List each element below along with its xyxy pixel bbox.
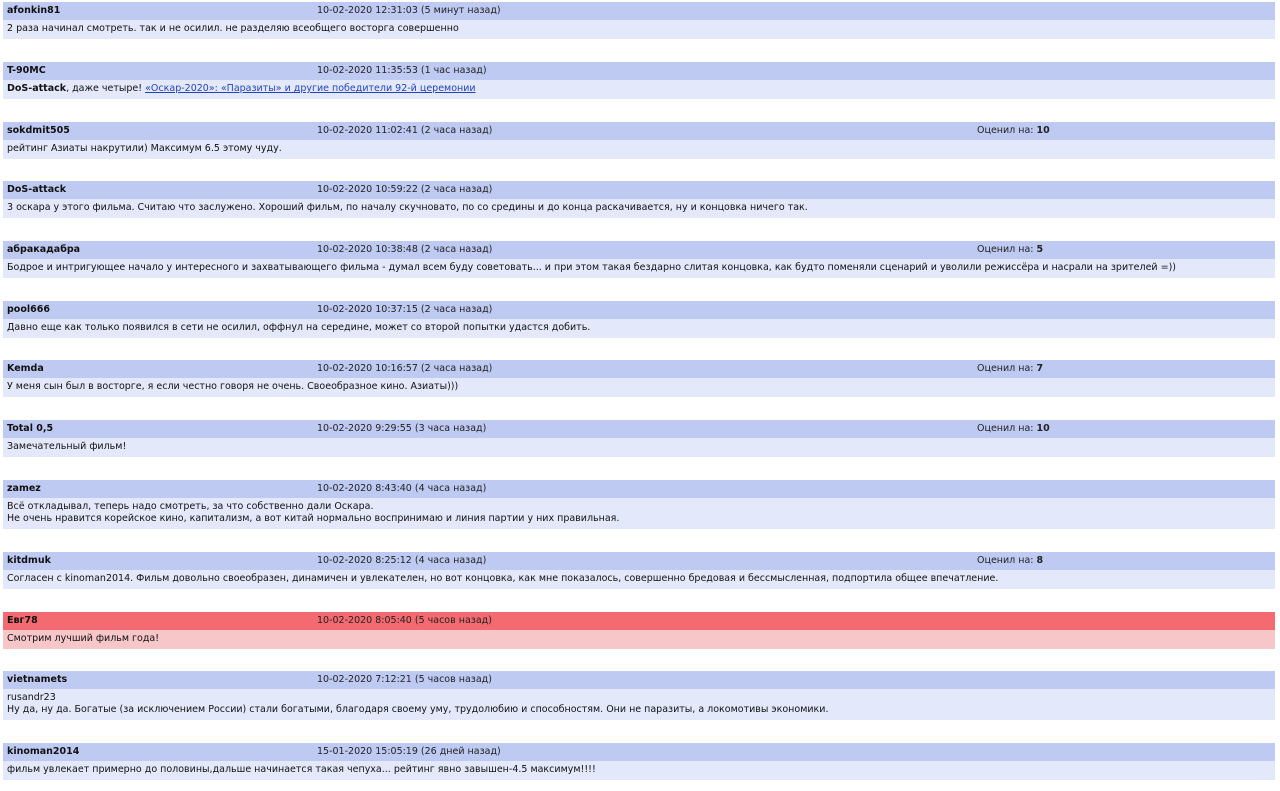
comment-text: 2 раза начинал смотреть. так и не осилил… [7, 23, 459, 34]
comment-author[interactable]: Total 0,5 [7, 423, 53, 434]
rating-value: 10 [1036, 125, 1050, 136]
comment-body: Давно еще как только появился в сети не … [3, 319, 1275, 338]
comment-author[interactable]: Евг78 [7, 615, 38, 626]
comment-header: pool666 10-02-2020 10:37:15 (2 часа назад… [3, 301, 1275, 319]
comment-author[interactable]: kitdmuk [7, 555, 51, 566]
comment-text: Всё откладывал, теперь надо смотреть, за… [7, 501, 374, 512]
article-link[interactable]: «Оскар-2020»: «Паразиты» и другие победи… [145, 83, 475, 94]
comment-header: kinoman2014 15-01-2020 15:05:19 (26 дней … [3, 743, 1275, 761]
comment-header: vietnamets 10-02-2020 7:12:21 (5 часов на… [3, 671, 1275, 689]
comment-rating: Оценил на: 5 [977, 244, 1043, 255]
comment-author[interactable]: pool666 [7, 304, 50, 315]
rating-label: Оценил на: [977, 244, 1037, 255]
rating-label: Оценил на: [977, 423, 1037, 434]
comment-timestamp: 10-02-2020 10:38:48 (2 часа назад) [317, 244, 493, 255]
comment-item: DoS-attack 10-02-2020 10:59:22 (2 часа на… [3, 181, 1275, 218]
comment-body: рейтинг Азиаты накрутили) Максимум 6.5 э… [3, 140, 1275, 159]
comment-timestamp: 10-02-2020 11:02:41 (2 часа назад) [317, 125, 493, 136]
comment-text: У меня сын был в восторге, я если честно… [7, 381, 459, 392]
comment-text: Не очень нравится корейское кино, капита… [7, 513, 620, 524]
comment-timestamp: 10-02-2020 12:31:03 (5 минут назад) [317, 5, 501, 16]
comment-body: DoS-attack, даже четыре! «Оскар-2020»: «… [3, 80, 1275, 99]
comment-item: kinoman2014 15-01-2020 15:05:19 (26 дней … [3, 743, 1275, 780]
comment-timestamp: 10-02-2020 8:43:40 (4 часа назад) [317, 483, 487, 494]
comment-header: T-90MC 10-02-2020 11:35:53 (1 час назад) [3, 62, 1275, 80]
rating-value: 8 [1036, 555, 1044, 566]
comment-timestamp: 10-02-2020 10:59:22 (2 часа назад) [317, 184, 493, 195]
comment-author[interactable]: afonkin81 [7, 5, 60, 16]
comment-item: sokdmit505 10-02-2020 11:02:41 (2 часа на… [3, 122, 1275, 159]
comment-body: 3 оскара у этого фильма. Считаю что засл… [3, 199, 1275, 218]
comment-header: Евг78 10-02-2020 8:05:40 (5 часов назад) [3, 612, 1275, 630]
comment-text: Смотрим лучший фильм года! [7, 633, 160, 644]
rating-value: 5 [1036, 244, 1044, 255]
comment-timestamp: 10-02-2020 7:12:21 (5 часов назад) [317, 674, 492, 685]
comment-text: Ну да, ну да. Богатые (за исключением Ро… [7, 704, 829, 715]
comment-header: afonkin81 10-02-2020 12:31:03 (5 минут на… [3, 2, 1275, 20]
comment-timestamp: 10-02-2020 8:25:12 (4 часа назад) [317, 555, 487, 566]
comment-text: Бодрое и интригующее начало у интересног… [7, 262, 1176, 273]
comment-header: kitdmuk 10-02-2020 8:25:12 (4 часа назад)… [3, 552, 1275, 570]
comment-body: Замечательный фильм! [3, 438, 1275, 457]
comment-text: 3 оскара у этого фильма. Считаю что засл… [7, 202, 808, 213]
comment-header: Total 0,5 10-02-2020 9:29:55 (3 часа наза… [3, 420, 1275, 438]
comment-header: DoS-attack 10-02-2020 10:59:22 (2 часа на… [3, 181, 1275, 199]
comment-author[interactable]: абракадабра [7, 244, 80, 255]
comment-item: Kemda 10-02-2020 10:16:57 (2 часа назад) О… [3, 360, 1275, 397]
comment-body: Смотрим лучший фильм года! [3, 630, 1275, 649]
comment-header: Kemda 10-02-2020 10:16:57 (2 часа назад) О… [3, 360, 1275, 378]
comment-body: Всё откладывал, теперь надо смотреть, за… [3, 498, 1275, 529]
comment-text: Согласен с kinoman2014. Фильм довольно с… [7, 573, 999, 584]
comment-author[interactable]: T-90MC [7, 65, 46, 76]
comment-item: T-90MC 10-02-2020 11:35:53 (1 час назад) D… [3, 62, 1275, 99]
comment-rating: Оценил на: 8 [977, 555, 1043, 566]
reply-text: , даже четыре! [66, 83, 146, 94]
comment-author[interactable]: zamez [7, 483, 41, 494]
reply-author[interactable]: DoS-attack [7, 83, 66, 94]
comment-text: DoS-attack, даже четыре! «Оскар-2020»: «… [7, 83, 1271, 95]
comment-header: абракадабра 10-02-2020 10:38:48 (2 часа н… [3, 241, 1275, 259]
rating-value: 10 [1036, 423, 1050, 434]
comment-text: rusandr23 [7, 692, 56, 703]
comment-timestamp: 10-02-2020 10:37:15 (2 часа назад) [317, 304, 493, 315]
comment-item: абракадабра 10-02-2020 10:38:48 (2 часа н… [3, 241, 1275, 278]
comment-item: vietnamets 10-02-2020 7:12:21 (5 часов на… [3, 671, 1275, 720]
comment-author[interactable]: DoS-attack [7, 184, 66, 195]
comment-rating: Оценил на: 10 [977, 423, 1050, 434]
comment-author[interactable]: sokdmit505 [7, 125, 70, 136]
comment-header: sokdmit505 10-02-2020 11:02:41 (2 часа на… [3, 122, 1275, 140]
comment-timestamp: 10-02-2020 8:05:40 (5 часов назад) [317, 615, 492, 626]
comment-item: Total 0,5 10-02-2020 9:29:55 (3 часа наза… [3, 420, 1275, 457]
rating-value: 7 [1036, 363, 1044, 374]
comment-body: rusandr23 Ну да, ну да. Богатые (за исклю… [3, 689, 1275, 720]
rating-label: Оценил на: [977, 555, 1037, 566]
comment-text: Давно еще как только появился в сети не … [7, 322, 591, 333]
comment-body: Согласен с kinoman2014. Фильм довольно с… [3, 570, 1275, 589]
comment-header: zamez 10-02-2020 8:43:40 (4 часа назад) [3, 480, 1275, 498]
comment-author[interactable]: kinoman2014 [7, 746, 79, 757]
rating-label: Оценил на: [977, 363, 1037, 374]
comment-text: рейтинг Азиаты накрутили) Максимум 6.5 э… [7, 143, 282, 154]
comment-body: фильм увлекает примерно до половины,даль… [3, 761, 1275, 780]
comment-item: Евг78 10-02-2020 8:05:40 (5 часов назад) С… [3, 612, 1275, 649]
comment-body: 2 раза начинал смотреть. так и не осилил… [3, 20, 1275, 39]
comment-timestamp: 10-02-2020 10:16:57 (2 часа назад) [317, 363, 493, 374]
comment-body: У меня сын был в восторге, я если честно… [3, 378, 1275, 397]
comment-timestamp: 10-02-2020 9:29:55 (3 часа назад) [317, 423, 487, 434]
comment-rating: Оценил на: 7 [977, 363, 1043, 374]
comment-timestamp: 10-02-2020 11:35:53 (1 час назад) [317, 65, 487, 76]
comment-author[interactable]: vietnamets [7, 674, 67, 685]
comment-item: afonkin81 10-02-2020 12:31:03 (5 минут на… [3, 2, 1275, 39]
comment-rating: Оценил на: 10 [977, 125, 1050, 136]
rating-label: Оценил на: [977, 125, 1037, 136]
comment-timestamp: 15-01-2020 15:05:19 (26 дней назад) [317, 746, 501, 757]
comment-author[interactable]: Kemda [7, 363, 44, 374]
comment-text: фильм увлекает примерно до половины,даль… [7, 764, 596, 775]
comment-item: pool666 10-02-2020 10:37:15 (2 часа назад… [3, 301, 1275, 338]
comment-item: zamez 10-02-2020 8:43:40 (4 часа назад) Вс… [3, 480, 1275, 529]
comment-text: Замечательный фильм! [7, 441, 127, 452]
comment-body: Бодрое и интригующее начало у интересног… [3, 259, 1275, 278]
comment-item: kitdmuk 10-02-2020 8:25:12 (4 часа назад)… [3, 552, 1275, 589]
